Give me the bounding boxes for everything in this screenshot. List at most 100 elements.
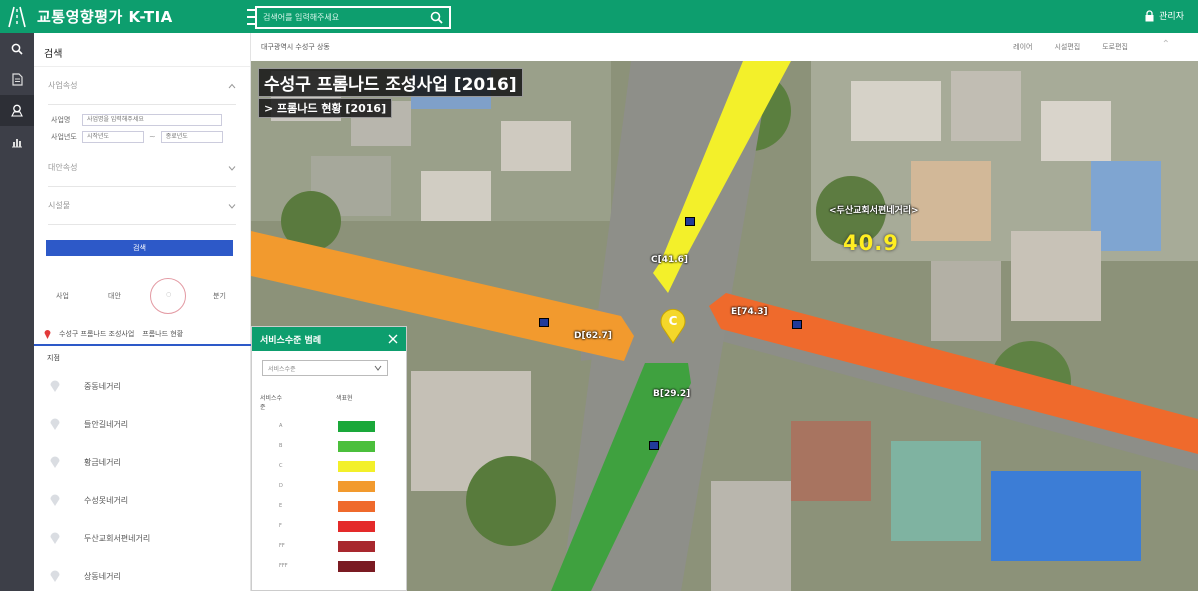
chevron-down-icon [228, 165, 236, 171]
breadcrumb-status[interactable]: 프롬나드 현황 [142, 329, 183, 339]
legend-rows: A B C D E F FF FFF [252, 416, 406, 576]
breadcrumb-project[interactable]: 수성구 프롬나드 조성사업 [59, 329, 134, 339]
intersection-list: 중동네거리 들안길네거리 황금네거리 수성못네거리 두산교회서편네거리 상동네거… [34, 367, 251, 591]
legend-grade: FF [279, 543, 285, 549]
legend-row: F [252, 516, 406, 536]
legend-grade: F [279, 523, 282, 529]
section-target[interactable]: 대안속성 [48, 149, 236, 187]
section-target-label: 대안속성 [48, 163, 78, 172]
legend-grade: FFF [279, 563, 288, 569]
top-bar: 교통영향평가 K-TIA 관리자 [0, 0, 1198, 33]
direction-tag [792, 320, 802, 329]
search-icon[interactable] [430, 11, 443, 24]
direction-tag [539, 318, 549, 327]
rail-chart[interactable] [0, 126, 34, 157]
section-project[interactable]: 사업속성 [48, 67, 236, 105]
icon-rail [0, 33, 34, 591]
list-item[interactable]: 황금네거리 [34, 443, 251, 481]
close-icon[interactable] [388, 334, 398, 344]
section-facility-label: 시설물 [48, 201, 71, 210]
list-item[interactable]: 중동네거리 [34, 367, 251, 405]
collapse-icon[interactable]: ⌃ [1162, 39, 1170, 50]
legend-swatch [338, 420, 375, 432]
list-item[interactable]: 상동네거리 [34, 557, 251, 591]
legend-row: B [252, 436, 406, 456]
admin-label: 관리자 [1159, 12, 1184, 22]
list-item-label: 황금네거리 [84, 457, 121, 467]
direction-tag [685, 217, 695, 226]
delay-value: 40.9 [843, 231, 899, 255]
legend-swatch [338, 560, 375, 572]
intersection-name: <두산교회서편네거리> [829, 206, 919, 216]
filter-row: 사업 대안 ○ 분기 [34, 278, 251, 314]
legend-swatch [338, 540, 375, 552]
direction-tag [649, 441, 659, 450]
legend-swatch [338, 480, 375, 492]
road-logo-icon [0, 0, 33, 33]
marker-letter: C [669, 314, 678, 328]
app-title: 교통영향평가 K-TIA [37, 8, 173, 26]
search-bar [255, 6, 451, 29]
search-button[interactable]: 검색 [46, 240, 233, 256]
list-item-label: 들안길네거리 [84, 419, 129, 429]
legend-grade: A [279, 423, 283, 429]
legend-row: C [252, 456, 406, 476]
admin-menu[interactable]: 관리자 [1145, 9, 1184, 22]
legend-grade: B [279, 443, 283, 449]
section-facility[interactable]: 시설물 [48, 187, 236, 225]
project-name-label: 사업명 [51, 115, 71, 124]
project-name-input[interactable] [82, 113, 222, 126]
legend-row: FFF [252, 556, 406, 576]
legend-swatch [338, 520, 375, 532]
rail-search[interactable] [0, 33, 34, 64]
list-item[interactable]: 두산교회서편네거리 [34, 519, 251, 557]
search-input[interactable] [263, 13, 430, 22]
list-item[interactable]: 수성못네거리 [34, 481, 251, 519]
list-item-label: 수성못네거리 [84, 495, 129, 505]
project-subtitle: > 프롬나드 현황 [2016] [258, 98, 393, 118]
pin-icon [50, 380, 60, 392]
pin-icon [50, 418, 60, 430]
rail-map[interactable] [0, 95, 34, 126]
rail-document[interactable] [0, 64, 34, 95]
legend-select-value: 서비스수준 [268, 365, 296, 373]
legend-col-color: 색표현 [336, 395, 353, 402]
filter-project[interactable]: 사업 [56, 291, 69, 301]
year-end-input[interactable] [160, 130, 223, 143]
project-name-row: 사업명 [48, 111, 236, 128]
list-item-label: 상동네거리 [84, 571, 121, 581]
year-start-input[interactable] [82, 130, 144, 143]
filter-ring[interactable]: ○ [150, 278, 186, 314]
search-icon [11, 43, 23, 55]
legend-select[interactable]: 서비스수준 [262, 360, 388, 376]
pin-icon [50, 532, 60, 544]
legend-row: E [252, 496, 406, 516]
map-header: 대구광역시 수성구 상동 레이어 시설편집 도로편집 ⌃ [251, 33, 1198, 61]
list-item[interactable]: 들안길네거리 [34, 405, 251, 443]
app-root: 교통영향평가 K-TIA 관리자 [0, 0, 1198, 591]
map-toolbar: 레이어 시설편집 도로편집 [1013, 42, 1128, 52]
map-address: 대구광역시 수성구 상동 [261, 43, 330, 51]
legend-row: A [252, 416, 406, 436]
filter-alternative[interactable]: 대안 [108, 291, 121, 301]
road-label-south: B[29.2] [653, 389, 691, 399]
section-project-label: 사업속성 [48, 81, 78, 90]
intersection-marker-icon[interactable]: C [658, 308, 688, 344]
road-edit-tool[interactable]: 도로편집 [1102, 42, 1128, 52]
divider [34, 344, 251, 346]
project-title: 수성구 프롬나드 조성사업 [2016] [258, 68, 523, 97]
layer-tool[interactable]: 레이어 [1013, 42, 1032, 52]
project-year-label: 사업년도 [51, 132, 77, 141]
lock-icon [1145, 9, 1154, 21]
legend-col-grade: 서비스수준 [260, 395, 283, 411]
filter-branch[interactable]: 분기 [213, 291, 226, 301]
facility-edit-tool[interactable]: 시설편집 [1054, 42, 1080, 52]
document-icon [11, 73, 23, 86]
location-pin-icon [44, 330, 51, 339]
legend-row: FF [252, 536, 406, 556]
legend-swatch [338, 460, 375, 472]
list-title: 지점 [47, 354, 60, 362]
project-fields: 사업명 사업년도 ~ [48, 105, 236, 149]
legend-swatch [338, 440, 375, 452]
chevron-up-icon [228, 83, 236, 88]
